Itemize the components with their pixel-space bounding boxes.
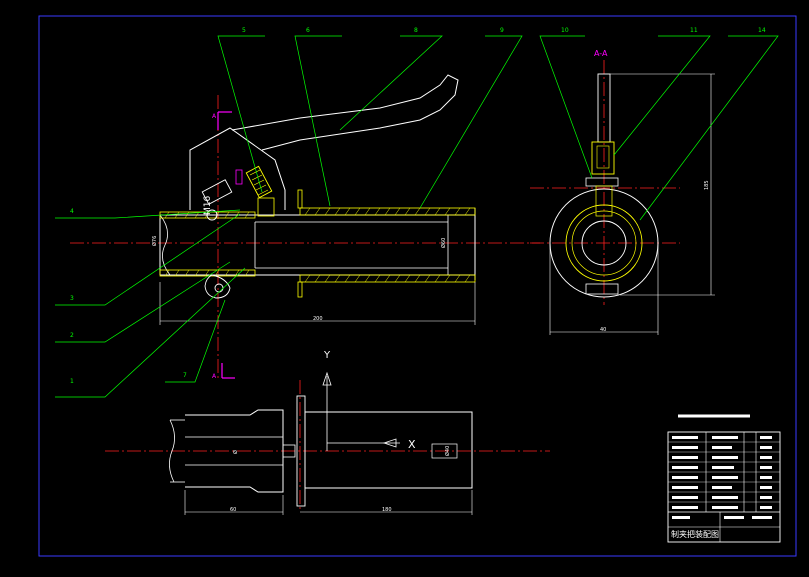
- callout-1: 1: [70, 378, 74, 385]
- dim-left-dia: Ø76: [151, 236, 158, 246]
- sec-dim-height-text: 185: [704, 180, 710, 190]
- callout-8: 8: [414, 27, 418, 34]
- callout-7: 7: [183, 372, 187, 379]
- callout-11: 11: [690, 27, 698, 34]
- callout-2: 2: [70, 332, 74, 339]
- section-label: A-A: [594, 49, 608, 58]
- callout-5: 5: [242, 27, 246, 34]
- callout-3: 3: [70, 295, 74, 302]
- plan-dim-dia: Ø: [232, 450, 239, 454]
- plan-dim-left-text: 60: [230, 507, 236, 513]
- dim-main-length-text: 200: [313, 316, 323, 322]
- x-axis-label: X: [408, 438, 416, 451]
- dim-bore-dia: Ø60: [440, 238, 447, 248]
- sec-dim-width-text: 40: [600, 327, 606, 333]
- plan-dim-small: Ø40: [444, 446, 451, 456]
- callout-6: 6: [306, 27, 310, 34]
- plan-dim-right-text: 180: [382, 507, 392, 513]
- drawing-title: 制夹把装配图: [671, 529, 719, 539]
- callout-4: 4: [70, 208, 74, 215]
- drawing-sheet: M16 A A 200 Ø76 Ø60 4 3 2 1 7 5 6 8 9 A-…: [0, 0, 809, 577]
- callout-10: 10: [561, 27, 569, 34]
- callout-9: 9: [500, 27, 504, 34]
- sheet-background: [0, 0, 809, 577]
- y-axis-label: Y: [323, 350, 331, 361]
- callout-14: 14: [758, 27, 766, 34]
